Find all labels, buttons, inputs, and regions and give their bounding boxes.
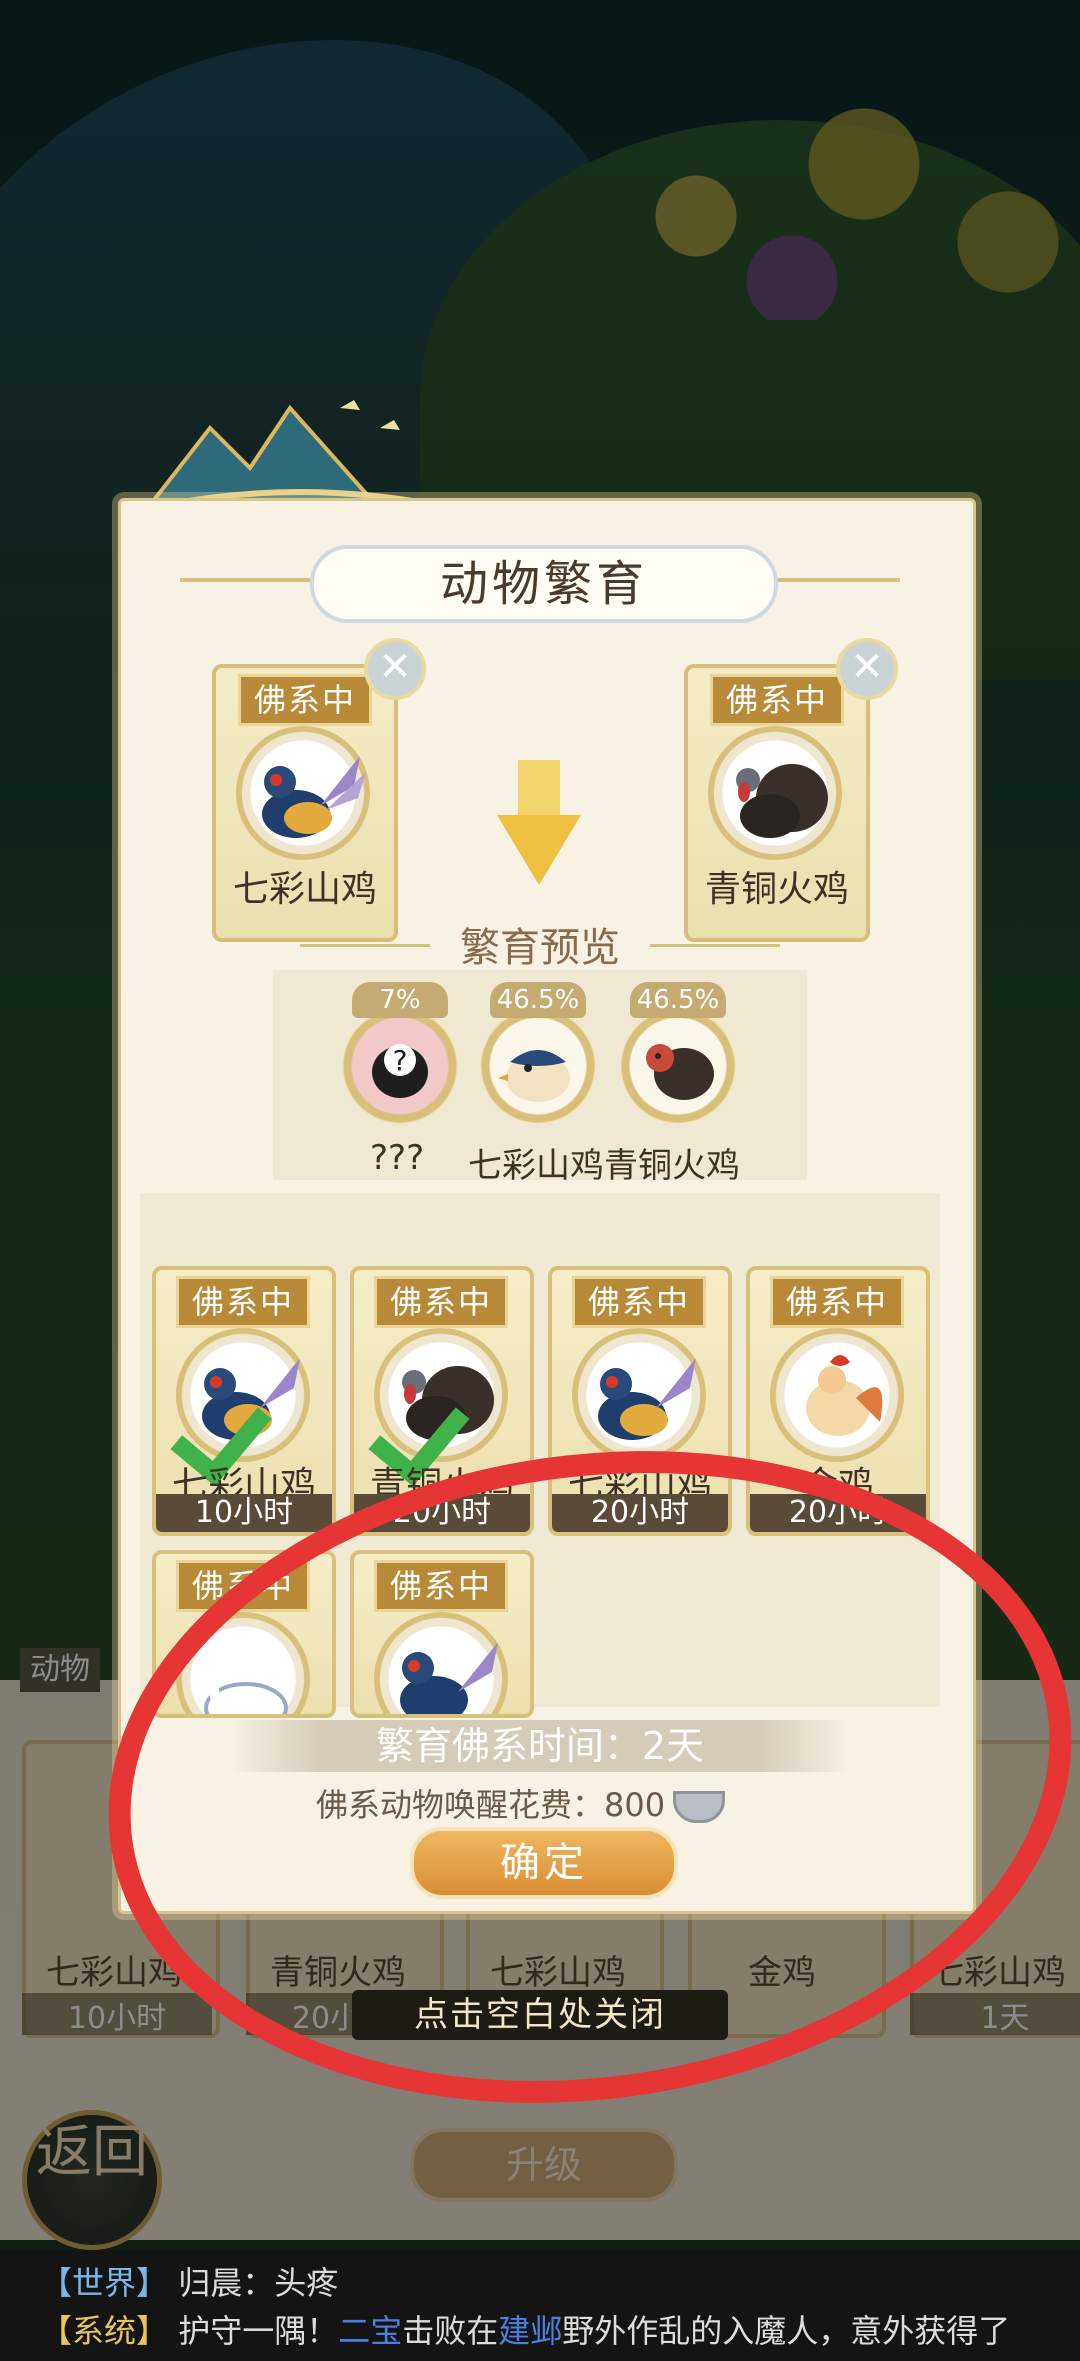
- chat-text: 野外作乱的入魔人，意外获得了: [562, 2312, 1011, 2350]
- chat-panel[interactable]: 【世界】 归晨：头疼 【系统】 护守一隅！二宝击败在建邺野外作乱的入魔人，意外获…: [0, 2250, 1080, 2361]
- chat-text: 归晨：头疼: [178, 2264, 339, 2302]
- preview-divider: [650, 944, 780, 947]
- status-tag: 佛系中: [176, 1276, 310, 1328]
- probability-badge: 46.5%: [630, 982, 726, 1018]
- offspring-name: 青铜火鸡: [604, 1146, 740, 1186]
- animal-time: 10小时: [156, 1494, 332, 1532]
- status-tag: 佛系中: [710, 674, 844, 726]
- title-divider: [180, 578, 310, 582]
- animal-name: 青铜火鸡: [704, 869, 849, 910]
- chat-text: 护守一隅！: [178, 2312, 339, 2350]
- pheasant-chick-icon: [480, 1008, 596, 1124]
- remove-parent-left-button[interactable]: ✕: [364, 638, 426, 700]
- animal-name: 七彩山鸡: [232, 869, 377, 910]
- golden-rooster-icon: [770, 1328, 904, 1462]
- pheasant-icon: [236, 726, 370, 860]
- place-link[interactable]: 建邺: [498, 2312, 562, 2350]
- chat-line: 【世界】 归晨：头疼: [40, 2258, 338, 2304]
- offspring-name: 七彩山鸡: [468, 1146, 604, 1186]
- parent-slot-right[interactable]: 佛系中 青铜火鸡: [684, 664, 870, 942]
- chat-text: 击败在: [402, 2312, 499, 2350]
- channel-tag: 【世界】: [40, 2264, 169, 2302]
- offspring-name: ???: [370, 1138, 425, 1178]
- player-link[interactable]: 二宝: [338, 2312, 402, 2350]
- probability-badge: 7%: [352, 982, 448, 1018]
- remove-parent-right-button[interactable]: ✕: [836, 638, 898, 700]
- channel-tag: 【系统】: [40, 2312, 169, 2350]
- turkey-icon: [708, 726, 842, 860]
- status-tag: 佛系中: [374, 1276, 508, 1328]
- pheasant-icon: [572, 1328, 706, 1462]
- title-divider: [770, 578, 900, 582]
- preview-divider: [300, 944, 430, 947]
- status-tag: 佛系中: [238, 674, 372, 726]
- unknown-offspring-icon: ?: [342, 1008, 458, 1124]
- parent-slot-left[interactable]: 佛系中 七彩山鸡: [212, 664, 398, 942]
- preview-title: 繁育预览: [460, 925, 620, 971]
- chat-line: 【系统】 护守一隅！二宝击败在建邺野外作乱的入魔人，意外获得了: [40, 2306, 1010, 2352]
- turkey-chick-icon: [620, 1008, 736, 1124]
- arrow-down-icon: [497, 815, 581, 885]
- probability-badge: 46.5%: [490, 982, 586, 1018]
- status-tag: 佛系中: [770, 1276, 904, 1328]
- merge-arrow-icon: [518, 760, 560, 820]
- dialog-title: 动物繁育: [310, 545, 778, 623]
- status-tag: 佛系中: [572, 1276, 706, 1328]
- animal-card[interactable]: 佛系中 七彩山鸡 10小时: [152, 1266, 336, 1536]
- svg-text:?: ?: [393, 1044, 408, 1077]
